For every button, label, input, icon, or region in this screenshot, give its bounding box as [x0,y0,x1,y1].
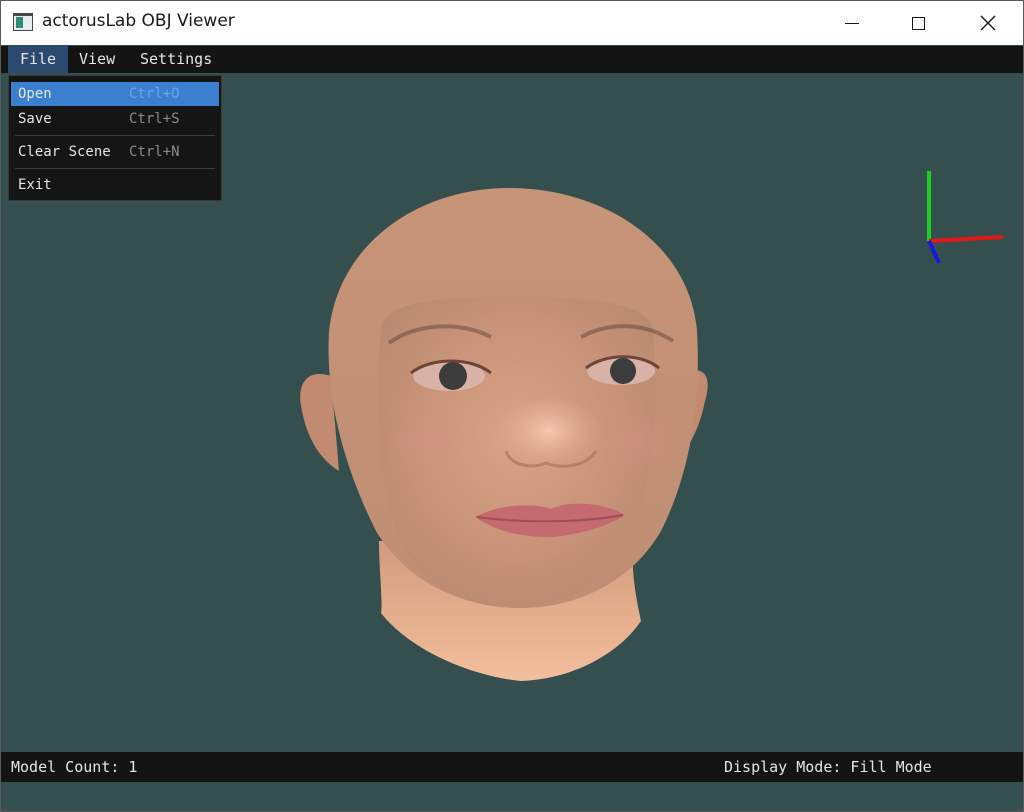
axis-gizmo-icon [927,171,1004,264]
maximize-icon [911,16,925,30]
menu-separator [15,168,215,169]
menu-item-label: Save [18,111,52,127]
menu-view[interactable]: View [69,46,125,73]
app-window: actorusLab OBJ Viewer File View Settings… [0,0,1024,812]
minimize-icon [845,22,859,24]
menu-item-shortcut: Ctrl+O [129,86,180,102]
menu-item-shortcut: Ctrl+N [129,144,180,160]
maximize-button[interactable] [883,1,953,45]
close-icon [980,15,996,31]
minimize-button[interactable] [817,1,887,45]
menu-separator [15,135,215,136]
menu-item-clear-scene[interactable]: Clear Scene Ctrl+N [11,140,219,164]
menu-item-save[interactable]: Save Ctrl+S [11,107,219,131]
close-button[interactable] [953,1,1023,45]
right-iris [610,358,636,384]
status-bar: Model Count: 1 Display Mode: Fill Mode [1,752,1023,782]
menu-item-open[interactable]: Open Ctrl+O [11,82,219,106]
model-count: Model Count: 1 [11,758,138,776]
menu-file[interactable]: File [8,46,68,73]
title-bar[interactable]: actorusLab OBJ Viewer [1,1,1023,45]
window-title: actorusLab OBJ Viewer [42,11,235,31]
menu-bar: File View Settings [1,46,1023,73]
menu-item-label: Open [18,86,52,102]
display-mode: Display Mode: Fill Mode [724,758,932,776]
menu-item-label: Clear Scene [18,144,111,160]
menu-item-shortcut: Ctrl+S [129,111,180,127]
menu-item-exit[interactable]: Exit [11,173,219,197]
menu-item-label: Exit [18,177,52,193]
nose [494,399,604,479]
file-menu-dropdown: Open Ctrl+O Save Ctrl+S Clear Scene Ctrl… [8,75,222,201]
app-window-icon [13,13,33,31]
left-iris [439,362,467,390]
menu-settings[interactable]: Settings [130,46,222,73]
